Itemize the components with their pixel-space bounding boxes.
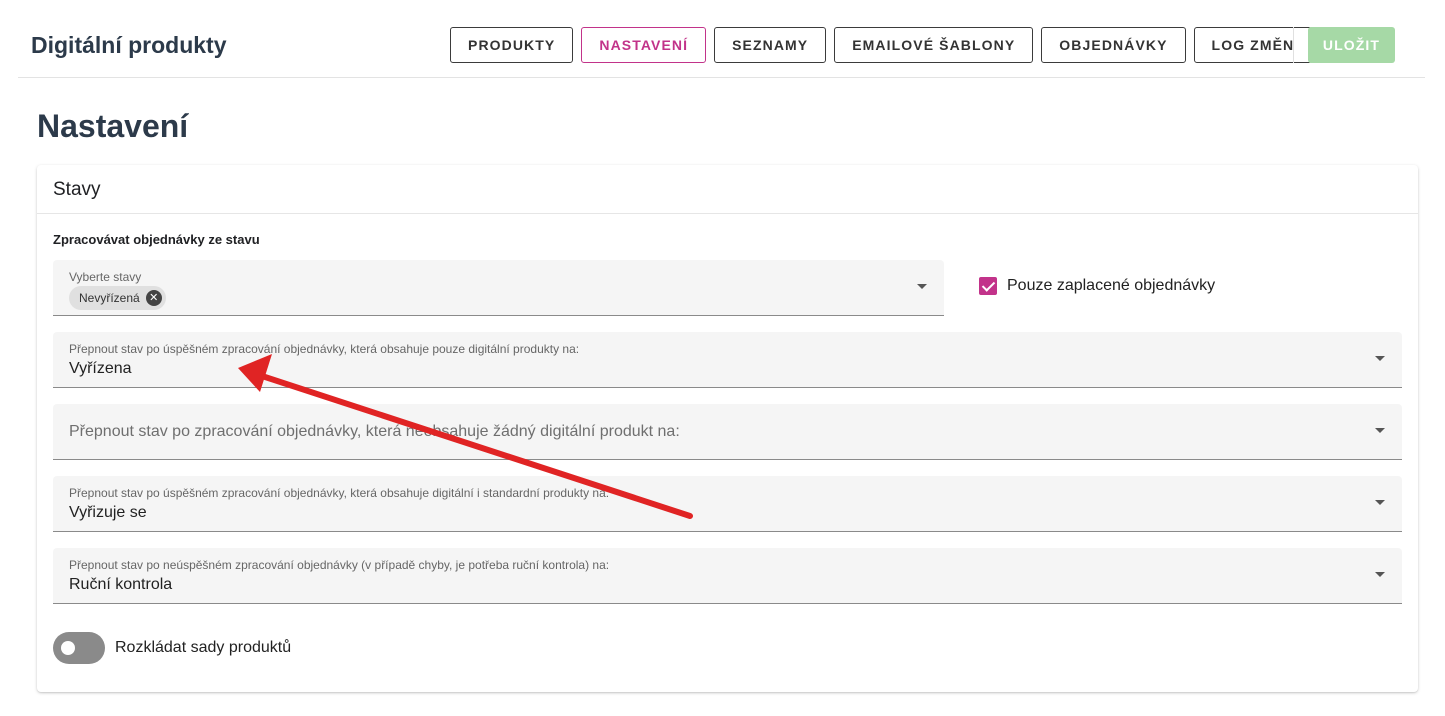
toggle-knob: [61, 641, 75, 655]
bundle-toggle-label: Rozkládat sady produktů: [115, 639, 292, 656]
mixed-products-state-select[interactable]: Přepnout stav po úspěšném zpracování obj…: [53, 476, 1402, 532]
save-button[interactable]: ULOŽIT: [1308, 27, 1395, 63]
header-divider: [1293, 27, 1294, 63]
nav-emailove-sablony-button[interactable]: EMAILOVÉ ŠABLONY: [834, 27, 1034, 63]
digital-only-state-select[interactable]: Přepnout stav po úspěšném zpracování obj…: [53, 332, 1402, 388]
states-select-label: Vyberte stavy: [69, 270, 142, 284]
nav-nastaveni-button[interactable]: NASTAVENÍ: [581, 27, 707, 63]
bundle-toggle-row[interactable]: Rozkládat sady produktů: [53, 632, 291, 664]
states-card: Stavy Zpracovávat objednávky ze stavu Vy…: [37, 165, 1418, 692]
mixed-products-state-value: Vyřizuje se: [69, 504, 147, 521]
digital-only-state-label: Přepnout stav po úspěšném zpracování obj…: [69, 342, 580, 356]
section-label: Zpracovávat objednávky ze stavu: [53, 232, 260, 247]
card-title: Stavy: [53, 179, 101, 200]
card-divider: [37, 213, 1418, 214]
nav-seznamy-button[interactable]: SEZNAMY: [714, 27, 827, 63]
app-title: Digitální produkty: [31, 32, 227, 58]
nav-produkty-button[interactable]: PRODUKTY: [450, 27, 574, 63]
no-digital-state-select[interactable]: Přepnout stav po zpracování objednávky, …: [53, 404, 1402, 460]
page-title: Nastavení: [37, 108, 189, 144]
failed-state-value: Ruční kontrola: [69, 576, 173, 593]
state-chip-label: Nevyřízená: [79, 291, 140, 305]
failed-state-label: Přepnout stav po neúspěšném zpracování o…: [69, 558, 610, 572]
bundle-toggle[interactable]: [53, 632, 105, 664]
state-chip: Nevyřízená ✕: [69, 286, 166, 310]
failed-state-select[interactable]: Přepnout stav po neúspěšném zpracování o…: [53, 548, 1402, 604]
close-icon[interactable]: ✕: [145, 290, 162, 306]
chevron-down-icon: [1375, 356, 1385, 361]
states-select[interactable]: Vyberte stavy Nevyřízená ✕: [53, 260, 944, 316]
paid-only-label: Pouze zaplacené objednávky: [1007, 277, 1216, 294]
app-header: Digitální produkty PRODUKTY NASTAVENÍ SE…: [18, 0, 1425, 78]
chevron-down-icon: [917, 284, 927, 289]
chevron-down-icon: [1375, 428, 1385, 433]
mixed-products-state-label: Přepnout stav po úspěšném zpracování obj…: [69, 486, 610, 500]
chevron-down-icon: [1375, 572, 1385, 577]
nav-objednavky-button[interactable]: OBJEDNÁVKY: [1041, 27, 1186, 63]
chevron-down-icon: [1375, 500, 1385, 505]
no-digital-state-placeholder: Přepnout stav po zpracování objednávky, …: [69, 423, 680, 440]
nav-log-zmen-button[interactable]: LOG ZMĚN: [1193, 27, 1313, 63]
digital-only-state-value: Vyřízena: [69, 360, 132, 377]
paid-only-checkbox[interactable]: [979, 277, 997, 295]
paid-only-checkbox-row[interactable]: Pouze zaplacené objednávky: [979, 277, 1215, 295]
top-nav: PRODUKTY NASTAVENÍ SEZNAMY EMAILOVÉ ŠABL…: [450, 27, 1313, 63]
